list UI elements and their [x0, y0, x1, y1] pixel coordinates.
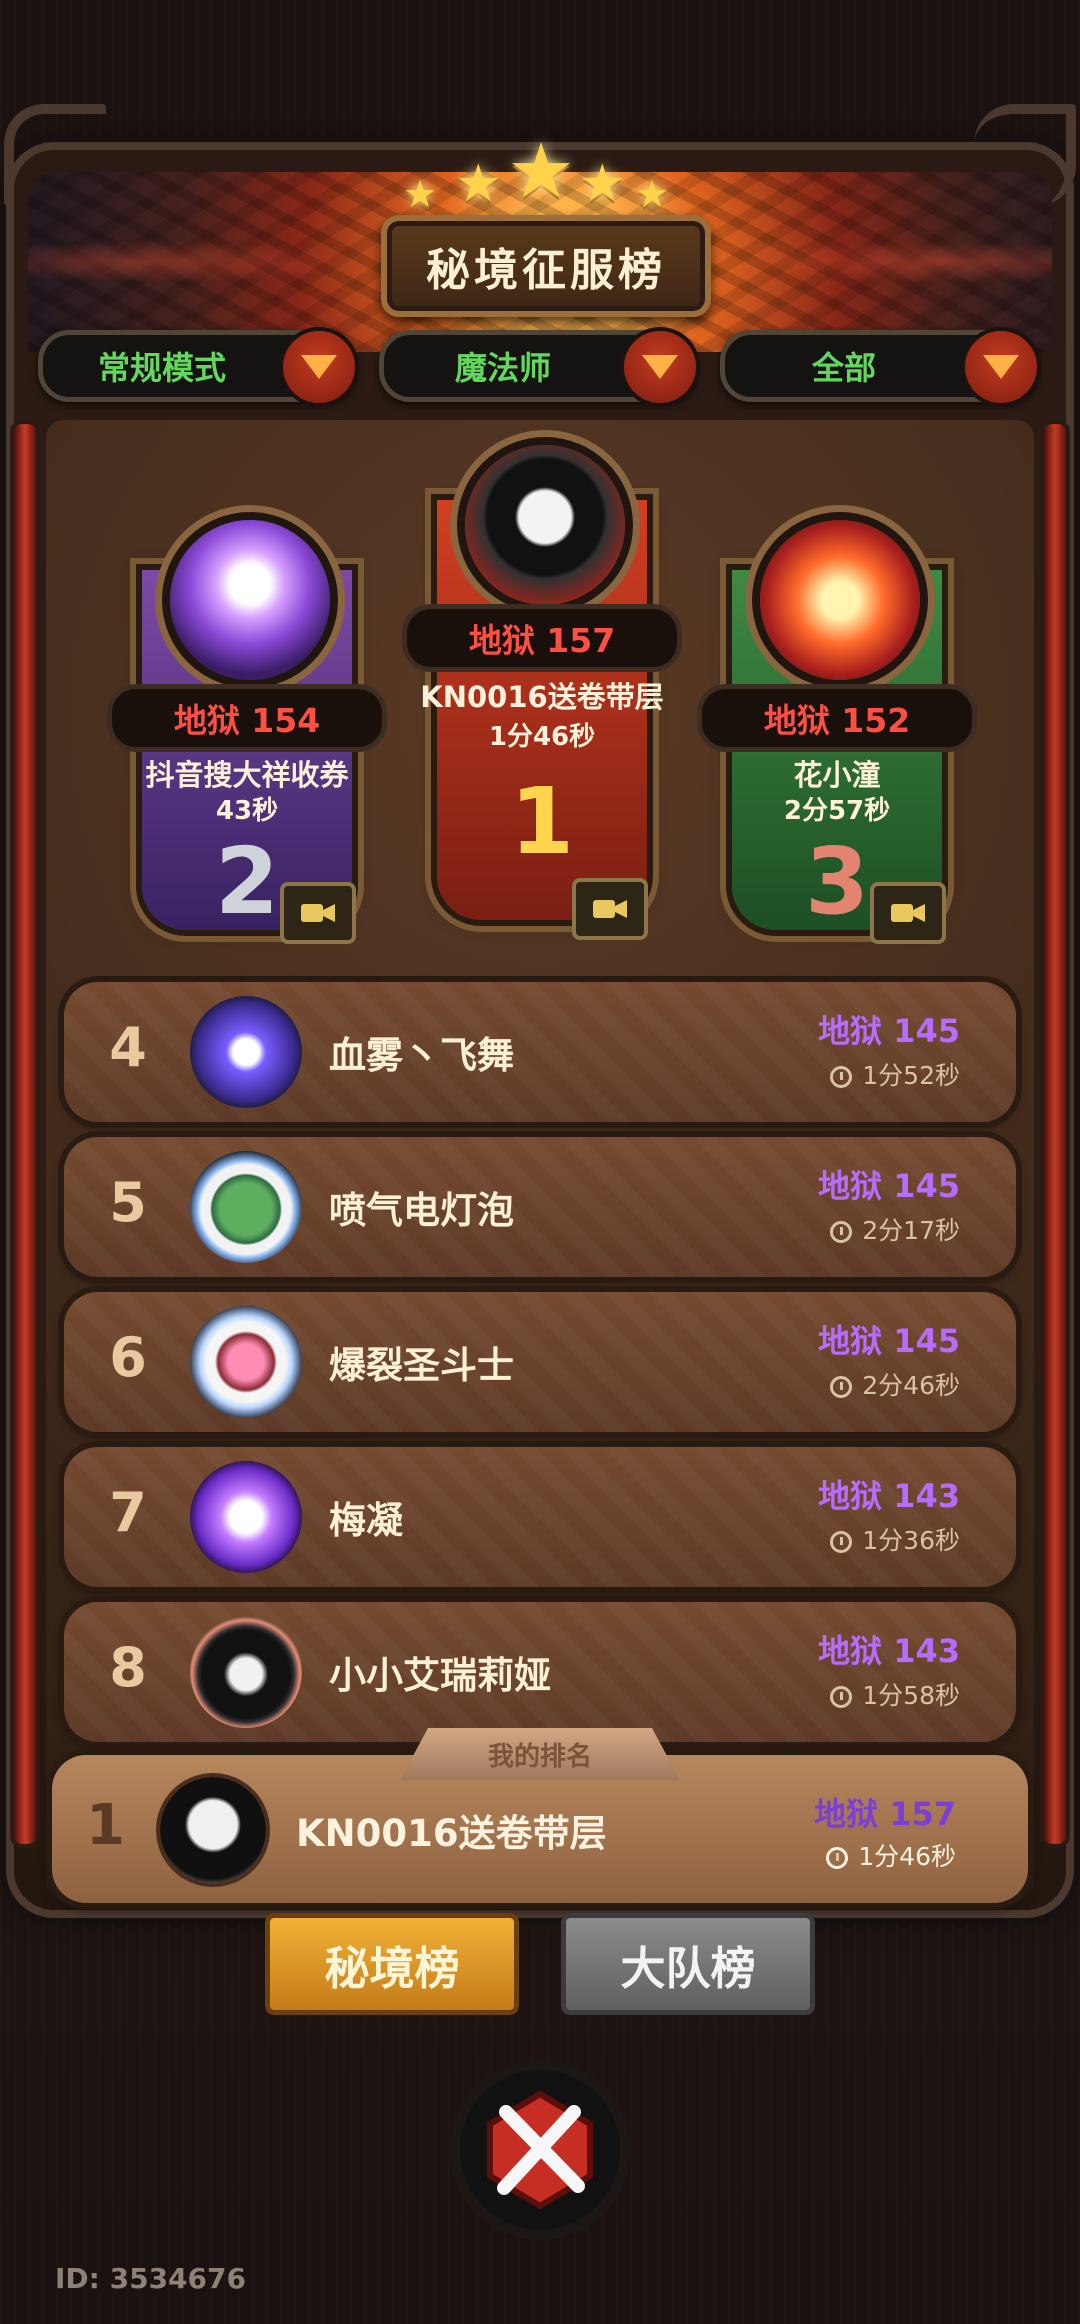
right-side-rail — [1040, 420, 1070, 1848]
rating-stars: ★ ★ ★ ★ ★ — [395, 120, 685, 220]
podium-rank-3-name: 花小潼 — [793, 758, 881, 792]
row-score: 地狱 145 — [818, 1012, 960, 1050]
row-rank: 6 — [109, 1326, 147, 1389]
astronaut-cow-avatar — [190, 1306, 302, 1418]
row-score: 地狱 145 — [818, 1322, 960, 1360]
chevron-down-icon[interactable] — [961, 327, 1041, 407]
podium-rank-1-name: KN0016送卷带层 — [420, 680, 664, 714]
podium-rank-2-name: 抖音搜大祥收券 — [145, 758, 349, 792]
star-icon: ★ — [403, 172, 438, 216]
clock-icon — [830, 1686, 853, 1708]
my-rank-number: 1 — [86, 1793, 125, 1858]
video-camera-icon — [891, 904, 925, 922]
fire-wing-avatar — [760, 520, 920, 680]
user-id: ID: 3534676 — [55, 2262, 246, 2295]
leaderboard-row-7[interactable]: 7 梅凝 地狱 143 1分36秒 — [64, 1447, 1016, 1587]
row-time: 1分36秒 — [830, 1521, 960, 1557]
leaderboard-row-4[interactable]: 4 血雾丶飞舞 地狱 145 1分52秒 — [64, 982, 1016, 1122]
row-time: 2分46秒 — [830, 1366, 960, 1402]
flower-hat-avatar — [190, 1616, 302, 1728]
row-rank: 7 — [109, 1481, 147, 1544]
scope-filter-dropdown[interactable]: 全部 — [720, 327, 1041, 407]
close-button[interactable] — [460, 2070, 620, 2230]
row-rank: 5 — [109, 1171, 147, 1234]
star-icon: ★ — [635, 172, 670, 216]
my-score: 地狱 157 — [814, 1795, 956, 1833]
row-player-name: 爆裂圣斗士 — [329, 1344, 514, 1387]
clock-icon — [830, 1376, 853, 1398]
purple-crystal-avatar — [170, 520, 330, 680]
my-rank-label: 我的排名 — [400, 1728, 680, 1780]
row-score: 地狱 143 — [818, 1632, 960, 1670]
my-player-name: KN0016送卷带层 — [296, 1812, 607, 1855]
star-icon: ★ — [579, 154, 626, 214]
row-time: 1分52秒 — [830, 1056, 960, 1092]
replay-video-button[interactable] — [280, 882, 356, 944]
podium-rank-1-number: 1 — [509, 768, 574, 875]
clock-icon — [826, 1847, 849, 1869]
scope-filter-label: 全部 — [811, 349, 876, 387]
video-camera-icon — [593, 900, 627, 918]
class-filter-dropdown[interactable]: 魔法师 — [379, 327, 700, 407]
moon-avatar — [190, 996, 302, 1108]
class-filter-label: 魔法师 — [454, 349, 551, 387]
row-time: 2分17秒 — [830, 1211, 960, 1247]
left-side-rail — [10, 420, 40, 1848]
podium-rank-3-score: 地狱 152 — [697, 684, 977, 752]
row-rank: 4 — [109, 1016, 147, 1079]
video-camera-icon — [301, 904, 335, 922]
replay-video-button[interactable] — [572, 878, 648, 940]
dark-hooded-avatar — [160, 1777, 266, 1883]
leaderboard-row-8[interactable]: 8 小小艾瑞莉娅 地狱 143 1分58秒 — [64, 1602, 1016, 1742]
astronaut-frog-avatar — [190, 1151, 302, 1263]
page-title: 秘境征服榜 — [381, 215, 711, 317]
mode-filter-dropdown[interactable]: 常规模式 — [38, 327, 359, 407]
mode-filter-label: 常规模式 — [97, 349, 226, 387]
dark-hooded-avatar — [465, 445, 625, 605]
star-icon: ★ — [455, 154, 502, 214]
row-player-name: 梅凝 — [329, 1499, 403, 1542]
podium-rank-1-time: 1分46秒 — [488, 722, 596, 752]
row-rank: 8 — [109, 1636, 147, 1699]
clock-icon — [830, 1531, 853, 1553]
row-score: 地狱 143 — [818, 1477, 960, 1515]
row-player-name: 小小艾瑞莉娅 — [329, 1654, 551, 1697]
podium-rank-3-time: 2分57秒 — [783, 796, 891, 826]
leaderboard-row-6[interactable]: 6 爆裂圣斗士 地狱 145 2分46秒 — [64, 1292, 1016, 1432]
podium-rank-1-score: 地狱 157 — [402, 604, 682, 672]
close-icon — [487, 2090, 593, 2210]
row-score: 地狱 145 — [818, 1167, 960, 1205]
tab-secret-realm-ranking[interactable]: 秘境榜 — [270, 1918, 514, 2010]
chevron-down-icon[interactable] — [620, 327, 700, 407]
podium-rank-2-time: 43秒 — [215, 796, 279, 826]
my-time: 1分46秒 — [826, 1837, 956, 1873]
podium-rank-2-score: 地狱 154 — [107, 684, 387, 752]
clock-icon — [830, 1221, 853, 1243]
row-player-name: 喷气电灯泡 — [329, 1189, 514, 1232]
row-time: 1分58秒 — [830, 1676, 960, 1712]
chevron-down-icon[interactable] — [279, 327, 359, 407]
star-icon: ★ — [507, 126, 576, 215]
leaderboard-row-5[interactable]: 5 喷气电灯泡 地狱 145 2分17秒 — [64, 1137, 1016, 1277]
purple-dragon-avatar — [190, 1461, 302, 1573]
row-player-name: 血雾丶飞舞 — [329, 1034, 514, 1077]
clock-icon — [830, 1066, 853, 1088]
replay-video-button[interactable] — [870, 882, 946, 944]
tab-team-ranking[interactable]: 大队榜 — [566, 1918, 810, 2010]
